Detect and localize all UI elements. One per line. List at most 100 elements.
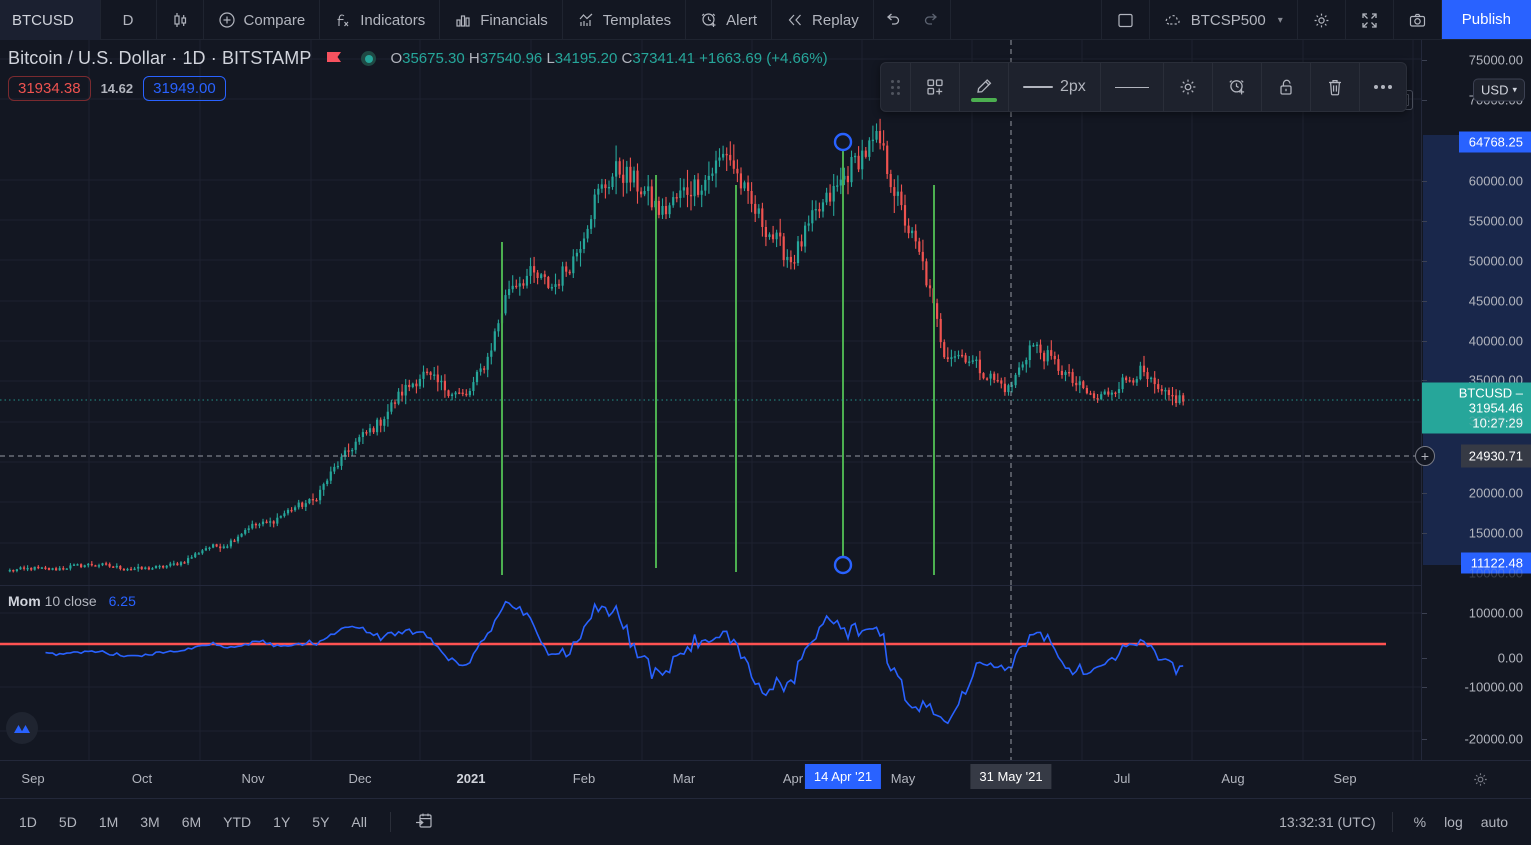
- drawing-delete-button[interactable]: [1311, 63, 1360, 111]
- range-all[interactable]: All: [342, 810, 376, 834]
- currency-select[interactable]: USD ▾: [1473, 78, 1525, 102]
- drawing-floating-toolbar[interactable]: 2px: [880, 62, 1407, 112]
- chart-title[interactable]: Bitcoin / U.S. Dollar · 1D · BITSTAMP: [8, 48, 311, 69]
- axis-tick: [1422, 261, 1427, 262]
- drag-grip-icon: [891, 79, 900, 95]
- axis-tick-sub: [1422, 687, 1427, 688]
- templates-button[interactable]: Templates: [563, 0, 687, 40]
- symbol-search-button[interactable]: BTCUSD: [0, 0, 101, 40]
- range-ytd[interactable]: YTD: [214, 810, 260, 834]
- momentum-legend[interactable]: Mom 10 close 6.25: [8, 593, 136, 609]
- drawing-lock-button[interactable]: [1262, 63, 1311, 111]
- drawing-handle-top: [833, 132, 853, 152]
- axis-price-label: 50000.00: [1468, 253, 1523, 269]
- axis-tick-sub: [1422, 613, 1427, 614]
- time-label: Dec: [348, 771, 372, 786]
- layout-select-button[interactable]: [1100, 0, 1150, 40]
- chart-settings-button[interactable]: [1298, 0, 1346, 40]
- time-axis-settings-button[interactable]: [1472, 771, 1489, 793]
- open-value: 35675.30: [402, 50, 465, 67]
- close-label: C: [621, 50, 633, 67]
- indicators-button[interactable]: Indicators: [320, 0, 441, 40]
- gear-icon: [1312, 11, 1331, 30]
- templates-label: Templates: [602, 11, 672, 29]
- interval-button[interactable]: D: [101, 0, 157, 40]
- drawing-settings-button[interactable]: [1164, 63, 1213, 111]
- flag-icon: [325, 50, 343, 68]
- line-thickness-button[interactable]: 2px: [1009, 63, 1101, 111]
- drawing-top-price-badge[interactable]: 64768.25: [1458, 131, 1531, 153]
- line-style-button[interactable]: [1101, 63, 1164, 111]
- add-template-button[interactable]: [911, 63, 960, 111]
- chevron-down-icon: ▾: [1277, 14, 1283, 26]
- time-axis[interactable]: Sep Oct Nov Dec 2021 Feb Mar Apr 14 Apr …: [0, 760, 1531, 798]
- axis-price-label-hidden: 30000.00: [1468, 413, 1523, 429]
- drawing-alert-button[interactable]: [1213, 63, 1262, 111]
- replay-button[interactable]: Replay: [772, 0, 874, 40]
- range-3m[interactable]: 3M: [131, 810, 168, 834]
- line-style-icon: [1114, 86, 1149, 88]
- range-1d[interactable]: 1D: [10, 810, 46, 834]
- snapshot-button[interactable]: [1394, 0, 1442, 40]
- market-open-dot-icon: [361, 51, 377, 66]
- fullscreen-button[interactable]: [1346, 0, 1394, 40]
- bid-price[interactable]: 31934.38: [8, 76, 91, 101]
- bottom-bar: 1D 5D 1M 3M 6M YTD 1Y 5Y All 13:32:31 (U…: [0, 798, 1531, 845]
- range-5y[interactable]: 5Y: [303, 810, 338, 834]
- financials-label: Financials: [480, 11, 548, 29]
- publish-button[interactable]: Publish: [1441, 0, 1531, 39]
- undo-button[interactable]: [874, 0, 912, 40]
- time-label: Mar: [672, 771, 696, 786]
- candlestick-series: [8, 118, 1185, 573]
- range-6m[interactable]: 6M: [173, 810, 210, 834]
- divider: [389, 812, 391, 832]
- layout-name-label: BTCSP500: [1190, 11, 1266, 29]
- axis-tick: [1422, 380, 1427, 381]
- range-5d[interactable]: 5D: [50, 810, 86, 834]
- drawing-time-badge[interactable]: 14 Apr '21: [804, 764, 882, 789]
- drawing-more-button[interactable]: [1360, 63, 1406, 111]
- more-dots-icon: [1373, 85, 1392, 89]
- momentum-chart-svg: [0, 586, 1421, 760]
- toolbar-right-group: BTCSP500 ▾ Publish: [1100, 0, 1531, 40]
- change-value: +1663.69 (+4.66%): [699, 50, 828, 67]
- price-chart-svg: [0, 40, 1421, 585]
- chart-area[interactable]: ⌄: [0, 40, 1421, 760]
- momentum-pane[interactable]: [0, 586, 1421, 760]
- momentum-line: [45, 600, 1184, 725]
- log-scale-toggle[interactable]: log: [1435, 810, 1472, 834]
- symbol-label: BTCUSD: [12, 11, 74, 29]
- line-color-button[interactable]: [960, 63, 1009, 111]
- compare-button[interactable]: Compare: [204, 0, 321, 40]
- divider: [1391, 812, 1393, 832]
- percent-scale-toggle[interactable]: %: [1405, 810, 1435, 834]
- time-label: Nov: [241, 771, 265, 786]
- main-price-pane[interactable]: ⌄: [0, 40, 1421, 585]
- add-alert-plus-button[interactable]: +: [1415, 446, 1435, 466]
- financials-button[interactable]: Financials: [440, 0, 563, 40]
- ask-price[interactable]: 31949.00: [143, 76, 226, 101]
- axis-price-label: 20000.00: [1468, 485, 1523, 501]
- range-1y[interactable]: 1Y: [264, 810, 299, 834]
- low-label: L: [546, 50, 555, 67]
- price-axis[interactable]: USD ▾ 75000.00 70000.00 64768.25 60000.0…: [1421, 40, 1531, 760]
- chevron-down-icon: ▾: [1512, 84, 1517, 95]
- currency-label: USD: [1481, 82, 1509, 98]
- range-1m[interactable]: 1M: [90, 810, 127, 834]
- vertical-line-drawings: [501, 145, 935, 575]
- tradingview-logo: [6, 712, 38, 744]
- toolbar-drag-handle[interactable]: [881, 63, 911, 111]
- auto-scale-toggle[interactable]: auto: [1472, 810, 1517, 834]
- chart-style-button[interactable]: [157, 0, 204, 40]
- momentum-params: 10 close: [44, 593, 97, 609]
- redo-button[interactable]: [912, 0, 951, 40]
- alert-button[interactable]: Alert: [686, 0, 773, 40]
- saved-layout-button[interactable]: BTCSP500 ▾: [1150, 0, 1298, 40]
- grid-lines-sub: [0, 586, 1421, 760]
- ohlc-values: O35675.30 H37540.96 L34195.20 C37341.41 …: [390, 50, 827, 67]
- time-label: Aug: [1221, 771, 1245, 786]
- time-label: Jul: [1113, 771, 1131, 786]
- goto-date-button[interactable]: [405, 807, 443, 838]
- time-label-year: 2021: [456, 771, 486, 786]
- sub-axis-label: 0.00: [1497, 650, 1523, 666]
